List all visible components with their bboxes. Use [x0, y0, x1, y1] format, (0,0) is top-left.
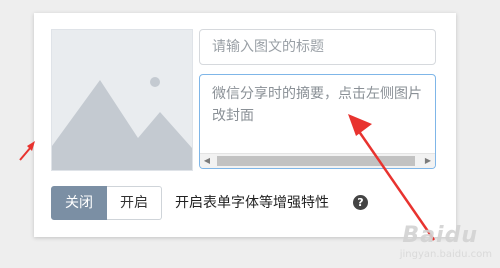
- image-placeholder-icon: [52, 77, 192, 170]
- cover-image-placeholder[interactable]: [51, 29, 193, 171]
- scrollbar-thumb[interactable]: [217, 156, 415, 166]
- watermark-logo: Baidu: [402, 223, 478, 248]
- annotation-arrow-left: [19, 141, 35, 161]
- scroll-right-icon[interactable]: ▶: [421, 154, 435, 168]
- toggle-off-button[interactable]: 关闭: [51, 186, 107, 220]
- toggle-on-button[interactable]: 开启: [107, 186, 162, 220]
- feature-toggle: 关闭 开启: [51, 186, 162, 220]
- article-editor-card: ◀ ▶ 关闭 开启 开启表单字体等增强特性 ?: [34, 13, 456, 237]
- question-circle-icon[interactable]: ?: [353, 195, 368, 210]
- horizontal-scrollbar[interactable]: ◀ ▶: [200, 153, 435, 168]
- summary-textarea[interactable]: [200, 75, 435, 153]
- watermark-url: jingyan.baidu.com: [399, 249, 492, 260]
- title-input[interactable]: [199, 29, 436, 65]
- scroll-left-icon[interactable]: ◀: [200, 154, 214, 168]
- summary-field[interactable]: ◀ ▶: [199, 74, 436, 169]
- feature-label: 开启表单字体等增强特性: [175, 195, 329, 211]
